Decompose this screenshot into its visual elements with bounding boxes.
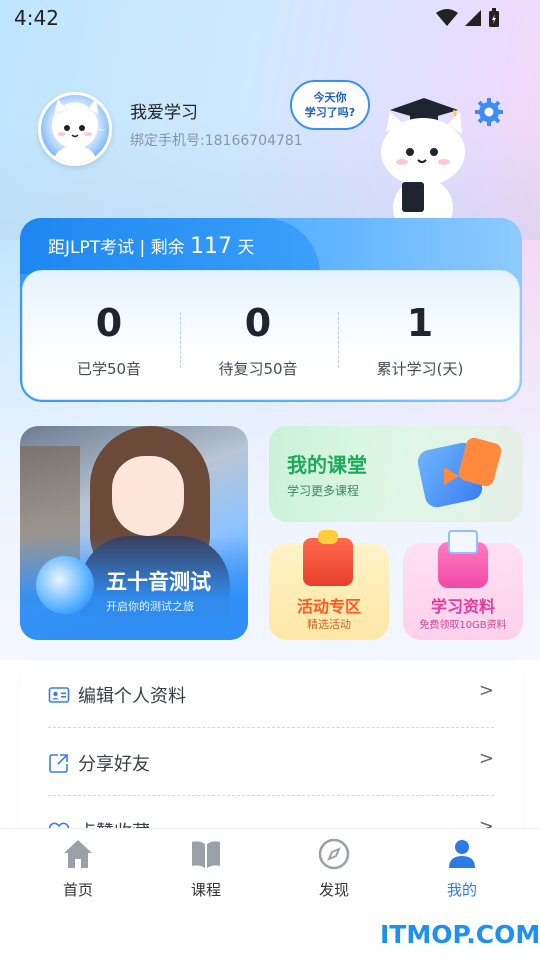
tab-home[interactable]: 首页 <box>38 837 118 900</box>
stat-value: 0 <box>95 301 123 345</box>
tab-discover[interactable]: 发现 <box>294 837 374 900</box>
wifi-icon <box>436 9 458 26</box>
tab-label: 首页 <box>62 881 93 899</box>
stat-divider <box>180 312 181 368</box>
kana-test-title: 五十音测试 <box>106 570 211 594</box>
menu-label: 分享好友 <box>78 754 150 775</box>
avatar[interactable]: Hi~ <box>38 92 112 166</box>
chevron-right-icon: > <box>478 680 494 701</box>
profile-card-icon <box>48 687 70 703</box>
menu-item-edit-profile[interactable]: 编辑个人资料 > <box>48 662 494 728</box>
play-triangle-icon <box>444 467 459 485</box>
stat-value: 1 <box>406 301 434 345</box>
menu-label: 编辑个人资料 <box>78 686 186 707</box>
gift-icon <box>303 538 353 586</box>
stat-value: 0 <box>244 301 272 345</box>
anime-girl-face <box>112 456 184 536</box>
settings-gear-icon[interactable] <box>474 97 504 127</box>
countdown-days: 117 <box>190 234 233 259</box>
menu-item-share[interactable]: 分享好友 > <box>48 730 494 796</box>
bubble-line-1: 今天你 <box>313 91 347 104</box>
resources-title: 学习资料 <box>430 597 495 616</box>
events-title: 活动专区 <box>296 597 361 616</box>
resources-subtitle: 免费领取10GB资料 <box>419 620 507 631</box>
home-icon <box>64 840 92 868</box>
stat-label: 待复习50音 <box>218 360 298 378</box>
stat-to-review: 0 待复习50音 <box>183 300 333 379</box>
username: 我爱学习 <box>130 103 198 123</box>
avatar-hi-text: Hi~ <box>87 125 106 136</box>
countdown-suffix: 天 <box>237 238 255 258</box>
share-icon <box>49 754 68 773</box>
signal-icon <box>465 10 481 26</box>
kana-test-subtitle: 开启你的测试之旅 <box>106 600 194 613</box>
my-classroom-title: 我的课堂 <box>287 453 367 477</box>
my-classroom-subtitle: 学习更多课程 <box>287 484 360 498</box>
stat-study-days: 1 累计学习(天) <box>345 300 495 379</box>
headset-icon <box>36 556 94 614</box>
stat-label: 已学50音 <box>76 360 142 378</box>
status-time: 4:42 <box>14 6 59 30</box>
tab-label: 课程 <box>190 881 221 899</box>
status-icons <box>436 8 500 28</box>
bubble-line-2: 学习了吗? <box>304 106 356 119</box>
chevron-right-icon: > <box>478 748 494 769</box>
stat-learned: 0 已学50音 <box>34 300 184 379</box>
document-icon <box>448 530 478 554</box>
bound-phone: 绑定手机号:18166704781 <box>130 133 303 149</box>
tab-label: 发现 <box>318 881 349 899</box>
book-icon <box>192 841 220 868</box>
countdown-title: 距JLPT考试 | 剩余 117 天 <box>48 233 254 259</box>
compass-icon <box>318 838 350 870</box>
stat-label: 累计学习(天) <box>376 360 464 378</box>
tab-mine[interactable]: 我的 <box>422 837 502 900</box>
speech-bubble: 今天你 学习了吗? <box>290 80 370 130</box>
status-bar: 4:42 <box>0 0 540 36</box>
stat-divider <box>338 312 339 368</box>
battery-icon <box>489 8 499 27</box>
user-icon <box>449 840 475 868</box>
tab-label: 我的 <box>446 881 477 899</box>
gift-bow-icon <box>318 530 338 544</box>
events-subtitle: 精选活动 <box>307 618 351 631</box>
countdown-prefix: 距JLPT考试 | 剩余 <box>48 238 185 258</box>
tab-courses[interactable]: 课程 <box>166 837 246 900</box>
settings-menu-card: 编辑个人资料 > 分享好友 > 点赞收藏 > <box>20 662 523 852</box>
site-watermark: ITMOP.COM <box>380 920 540 949</box>
